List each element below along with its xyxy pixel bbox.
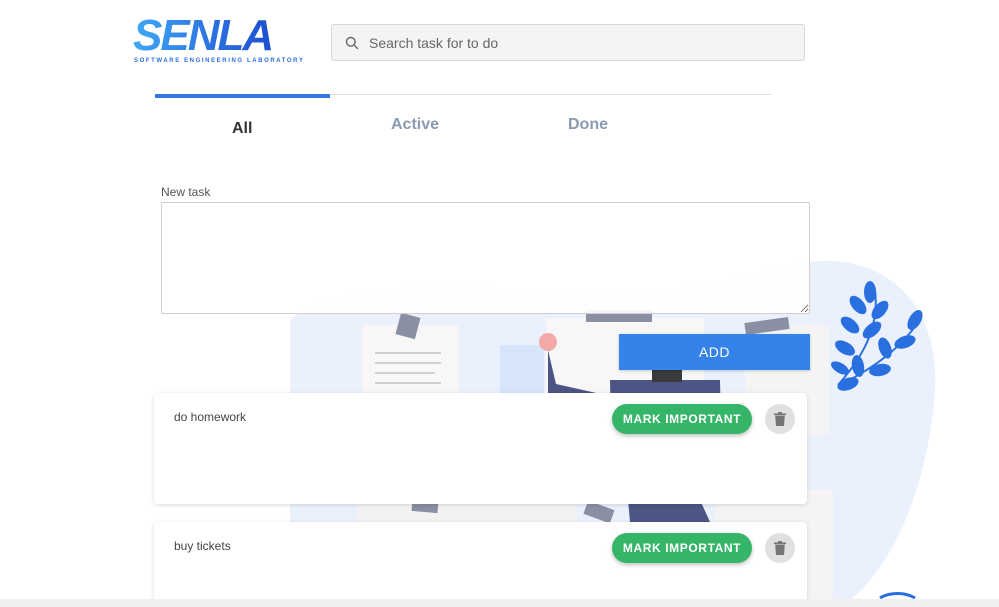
tab-all[interactable]: All	[232, 120, 252, 138]
delete-task-button[interactable]	[765, 533, 795, 563]
logo-wordmark: SENLA	[133, 11, 274, 60]
task-text: buy tickets	[174, 539, 231, 553]
search-icon	[345, 36, 359, 49]
task-card: do homework MARK IMPORTANT	[154, 393, 807, 504]
mark-important-button[interactable]: MARK IMPORTANT	[612, 533, 752, 563]
new-task-label: New task	[161, 185, 211, 199]
add-button[interactable]: ADD	[619, 334, 810, 370]
logo-subtitle: SOFTWARE ENGINEERING LABORATORY	[134, 58, 305, 64]
plant-leaves	[830, 281, 923, 391]
task-text: do homework	[174, 410, 247, 424]
person-hand	[539, 333, 557, 351]
delete-task-button[interactable]	[765, 404, 795, 434]
tape-left	[395, 312, 421, 340]
tab-done[interactable]: Done	[568, 116, 608, 134]
search-input[interactable]	[369, 34, 789, 51]
mark-important-button[interactable]: MARK IMPORTANT	[612, 404, 752, 434]
search-bar[interactable]	[331, 24, 805, 61]
person-face	[652, 368, 682, 382]
new-task-input[interactable]	[161, 202, 810, 314]
task-card: buy tickets MARK IMPORTANT	[154, 522, 807, 607]
senla-logo: SENLA SOFTWARE ENGINEERING LABORATORY	[133, 14, 311, 66]
horizontal-scrollbar[interactable]	[0, 599, 999, 607]
trash-icon	[774, 412, 786, 426]
tab-indicator	[155, 94, 330, 98]
trash-icon	[774, 541, 786, 555]
tab-active[interactable]: Active	[391, 116, 439, 134]
tape-right	[744, 316, 790, 336]
